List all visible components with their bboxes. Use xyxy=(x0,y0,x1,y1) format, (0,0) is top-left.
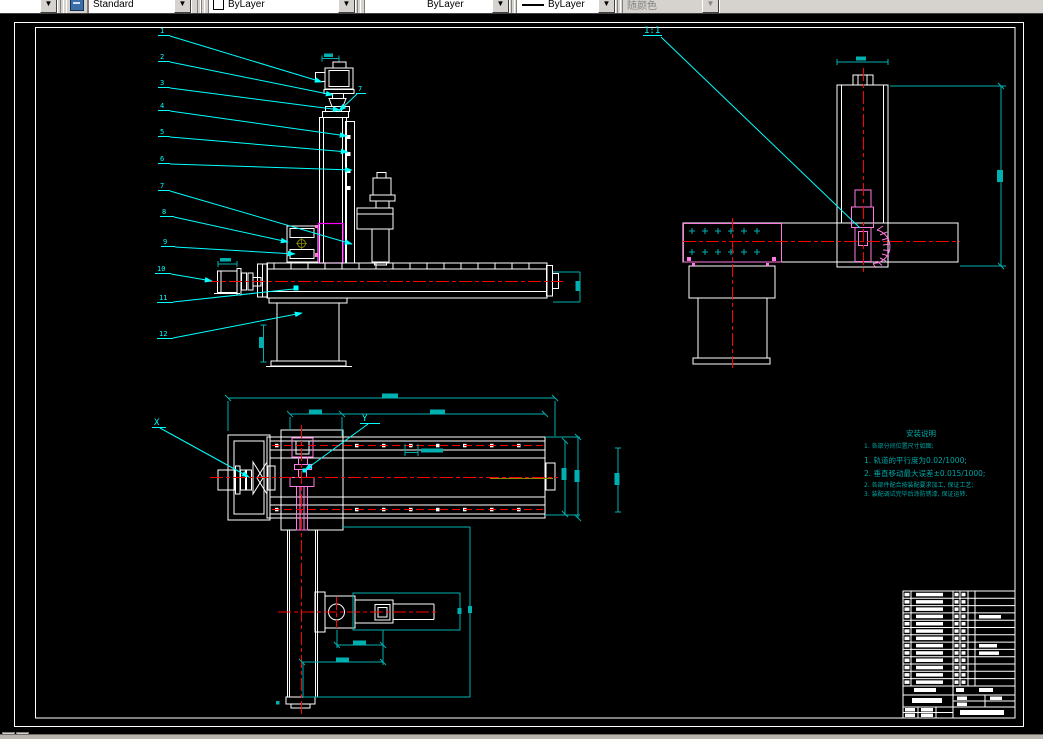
dropdown-arrow-icon: ▼ xyxy=(702,0,719,13)
tech-notes: 安装说明 1. 各部分间位置尺寸如图; 1. 轨道的平行度为0.02/1000;… xyxy=(864,428,985,498)
callout-label: 3 xyxy=(160,79,164,87)
section-y-label: Y xyxy=(362,414,368,424)
callout-label: 5 xyxy=(160,128,164,136)
toolbar-separator xyxy=(357,0,361,13)
plotstyle-combo: 随颜色 ▼ xyxy=(622,0,720,14)
dropdown-arrow-icon[interactable]: ▼ xyxy=(492,0,509,13)
callout-label: 6 xyxy=(160,155,164,163)
dropdown-arrow-icon[interactable]: ▼ xyxy=(338,0,355,13)
callout-label: 1 xyxy=(160,27,164,35)
lineweight-preview xyxy=(522,4,544,6)
note-line: 2. 各部件配合按装配要求加工, 保证工艺; xyxy=(864,481,973,489)
color-combo[interactable]: ByLayer ▼ xyxy=(208,0,356,14)
combo-value: ByLayer xyxy=(544,0,585,10)
toolbar-separator xyxy=(60,0,64,13)
callout-label: 10 xyxy=(157,265,165,273)
toolbar-separator xyxy=(201,0,205,13)
dropdown-arrow-icon[interactable]: ▼ xyxy=(40,0,57,13)
color-swatch xyxy=(213,0,224,10)
toolbar-separator xyxy=(617,0,621,13)
toolbar: ▼ Standard ▼ ByLayer ▼ ByLayer ▼ ByLayer… xyxy=(0,0,1043,14)
callout-label: 7 xyxy=(358,85,362,93)
note-line: 1. 轨道的平行度为0.02/1000; xyxy=(864,455,967,465)
toolbar-separator xyxy=(511,0,515,13)
cad-application-window: ▼ Standard ▼ ByLayer ▼ ByLayer ▼ ByLayer… xyxy=(0,0,1043,739)
section-x-label: X xyxy=(154,418,160,428)
leader-callouts: 1 2 3 4 5 6 7 8 9 10 11 12 7 xyxy=(152,26,860,477)
callout-label: 8 xyxy=(162,208,166,216)
sheet-frame xyxy=(15,23,1024,727)
linetype-combo[interactable]: ByLayer ▼ xyxy=(364,0,510,14)
callout-label: 11 xyxy=(159,294,167,302)
side-view xyxy=(683,57,1006,369)
left-partial-combo[interactable]: ▼ xyxy=(0,0,58,14)
note-line: 1. 各部分间位置尺寸如图; xyxy=(864,442,934,450)
note-line: 3. 装配调试完毕后涂防锈漆, 保证运转. xyxy=(864,490,967,498)
callout-label: 4 xyxy=(160,102,164,110)
status-strip xyxy=(0,734,1043,739)
combo-value: Standard xyxy=(89,0,134,10)
lineweight-combo[interactable]: ByLayer ▼ xyxy=(516,0,616,14)
style-icon-glyph xyxy=(70,0,84,11)
front-view xyxy=(206,54,580,367)
title-block xyxy=(903,591,1015,718)
note-line: 2. 垂直移动最大误差±0.015/1000; xyxy=(864,468,985,478)
notes-title: 安装说明 xyxy=(906,428,936,438)
plan-view xyxy=(210,394,621,717)
text-style-combo[interactable]: Standard ▼ xyxy=(88,0,192,14)
dropdown-arrow-icon[interactable]: ▼ xyxy=(598,0,615,13)
callout-label: 9 xyxy=(163,238,167,246)
drawing-canvas[interactable]: 1 2 3 4 5 6 7 8 9 10 11 12 7 xyxy=(0,0,1043,739)
combo-value: ByLayer xyxy=(365,0,464,10)
combo-value: ByLayer xyxy=(224,0,265,10)
callout-label: 12 xyxy=(159,330,167,338)
combo-value: 随颜色 xyxy=(623,0,657,12)
scale-label: 1:1 xyxy=(644,26,660,36)
dropdown-arrow-icon[interactable]: ▼ xyxy=(174,0,191,13)
style-manager-icon[interactable] xyxy=(66,0,88,14)
callout-label: 2 xyxy=(160,53,164,61)
callout-label: 7 xyxy=(160,182,164,190)
